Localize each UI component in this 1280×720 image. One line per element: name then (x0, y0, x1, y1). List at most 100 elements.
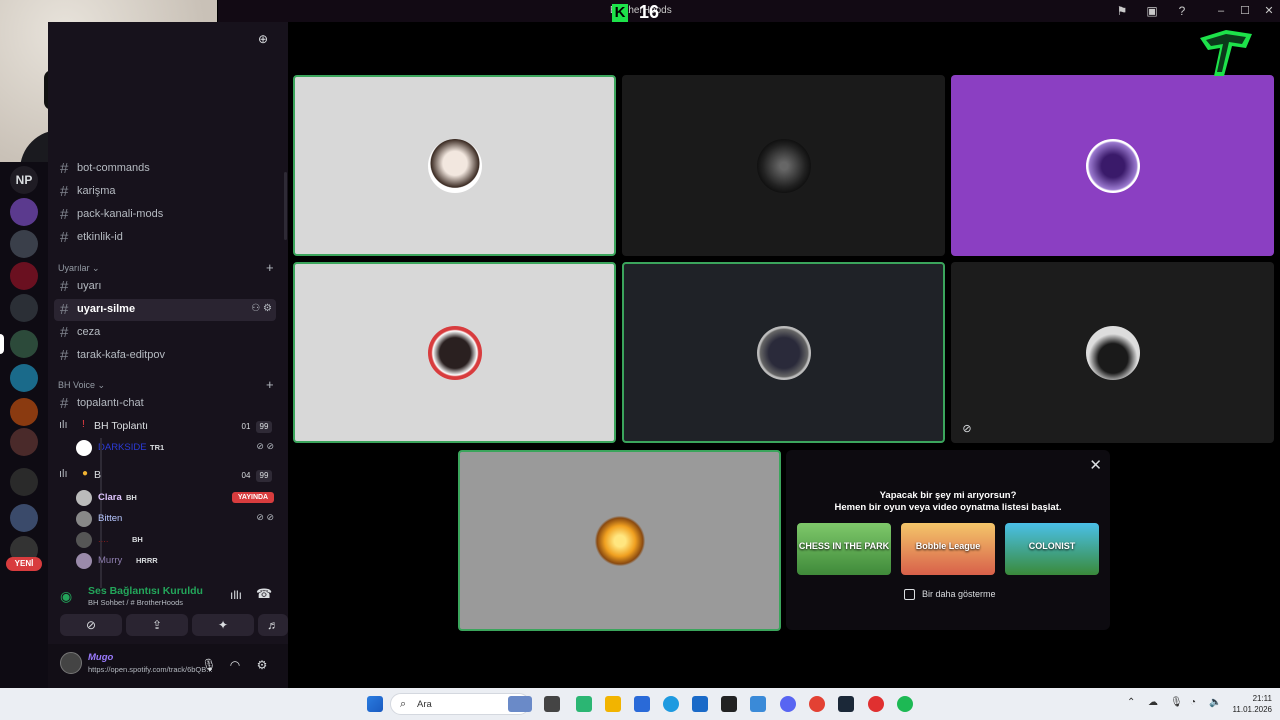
user-panel: Mugo https://open.spotify.com/track/6bQB… (48, 644, 288, 688)
app-icon-1[interactable] (576, 696, 592, 712)
chevron-down-icon: ⌄ (92, 263, 100, 273)
start-icon[interactable] (367, 696, 383, 712)
new-badge[interactable]: YENİ (6, 557, 42, 571)
video-tile-4[interactable] (293, 262, 616, 443)
avatar (76, 440, 92, 456)
channel-pack-kanali-mods[interactable]: # pack-kanali-mods (54, 204, 276, 226)
wifi-icon[interactable]: ◔ (1190, 697, 1196, 708)
chrome-icon[interactable] (809, 696, 825, 712)
server-icon-10[interactable] (10, 504, 38, 532)
outlook-icon[interactable] (692, 696, 708, 712)
voice-channel-bh-toplanti[interactable]: ılı ! BH Toplantı 01 99 (54, 416, 276, 438)
channel-karisma[interactable]: # karişma (54, 181, 276, 203)
sidebar-scrollbar[interactable] (284, 172, 287, 240)
spotify-icon[interactable] (897, 696, 913, 712)
game-bobble-league[interactable]: Bobble League (901, 523, 995, 575)
screen-share-button[interactable]: ⇪ (126, 614, 188, 636)
activities-button[interactable]: ✦ (192, 614, 254, 636)
server-icon-5[interactable] (10, 330, 38, 358)
participant-avatar (427, 138, 482, 193)
noise-suppression-icon[interactable]: ıllı (230, 588, 242, 602)
capcut-icon[interactable] (721, 696, 737, 712)
channel-ceza[interactable]: # ceza (54, 322, 276, 344)
voice-user[interactable]: DARKSIDE TR1 ⊘ ⊘ (76, 438, 276, 458)
close-window-button[interactable]: ✕ (1260, 3, 1278, 19)
disconnect-icon[interactable]: ☎ (256, 586, 272, 602)
voice-user[interactable]: Bitten ⊘ ⊘ (76, 509, 276, 529)
maximize-button[interactable]: ☐ (1236, 3, 1254, 19)
video-tile-1[interactable] (293, 75, 616, 256)
soundboard-button[interactable]: ♬ (258, 614, 288, 636)
create-channel-icon[interactable]: + (266, 377, 274, 392)
video-tile-5[interactable] (622, 262, 945, 443)
game-colonist[interactable]: COLONIST (1005, 523, 1099, 575)
microphone-tray-icon[interactable]: 🎙 (1170, 697, 1183, 708)
channel-bot-commands[interactable]: # bot-commands (54, 158, 276, 180)
dont-show-again-label[interactable]: Bir daha gösterme (922, 589, 996, 599)
steam-icon[interactable] (838, 696, 854, 712)
user-name[interactable]: Mugo (88, 652, 113, 663)
app-icon-3[interactable] (868, 696, 884, 712)
create-channel-icon[interactable]: + (266, 260, 274, 275)
gear-icon[interactable]: ⚙ (253, 656, 271, 674)
server-icon-9[interactable] (10, 468, 38, 496)
chevron-up-icon[interactable]: ⌃ (1127, 697, 1135, 708)
voice-user[interactable]: .... BH (76, 530, 276, 550)
avatar (76, 490, 92, 506)
server-icon-7[interactable] (10, 398, 38, 426)
participant-avatar (756, 138, 811, 193)
channel-etkinlik-id[interactable]: # etkinlik-id (54, 227, 276, 249)
server-icon-1[interactable] (10, 198, 38, 226)
channel-actions[interactable]: ⚇ ⚙ (251, 303, 272, 314)
server-icon-8[interactable] (10, 428, 38, 456)
server-icon-2[interactable] (10, 230, 38, 258)
video-tile-3[interactable] (951, 75, 1274, 256)
video-tile-2[interactable] (622, 75, 945, 256)
server-np[interactable]: NP (10, 166, 38, 194)
discord-icon[interactable] (780, 696, 796, 712)
channel-uyari-silme[interactable]: # uyarı-silme ⚇ ⚙ (54, 299, 276, 321)
help-icon[interactable]: ? (1174, 3, 1190, 19)
game-chess-in-the-park[interactable]: CHESS IN THE PARK (797, 523, 891, 575)
close-icon[interactable]: ✕ (1089, 456, 1102, 474)
taskbar-clock[interactable]: 21:11 11.01.2026 (1222, 693, 1272, 715)
category-uyarilar[interactable]: Uyarılar ⌄ (58, 263, 100, 277)
user-tag: BH (132, 535, 143, 544)
video-tile-6[interactable]: ⊘ (951, 262, 1274, 443)
user-avatar[interactable] (60, 652, 82, 674)
voice-status[interactable]: Ses Bağlantısı Kuruldu (88, 585, 203, 597)
edge-icon[interactable] (663, 696, 679, 712)
network-tray-icon[interactable]: ☁ (1148, 697, 1158, 708)
microphone-icon[interactable]: 🎙 (200, 656, 218, 674)
category-bh-voice[interactable]: BH Voice ⌄ (58, 380, 105, 394)
task-view-icon[interactable] (544, 696, 560, 712)
video-tile-7[interactable] (458, 450, 781, 631)
voice-activity-icon: ılı (59, 468, 68, 480)
server-icon-4[interactable] (10, 294, 38, 322)
add-member-icon[interactable]: ⊕ (258, 32, 274, 46)
camera-off-button[interactable]: ⊘ (60, 614, 122, 636)
app-icon-2[interactable] (750, 696, 766, 712)
voice-channel-b[interactable]: ılı ● B 04 99 (54, 465, 276, 487)
channel-topalanti-chat[interactable]: # topalantı-chat (54, 393, 276, 415)
speaker-icon[interactable]: 🔈 (1209, 697, 1221, 708)
widgets-icon[interactable] (508, 696, 532, 712)
inbox-icon[interactable]: ▣ (1144, 3, 1160, 19)
inbox-flag-icon[interactable]: ⚑ (1114, 3, 1130, 19)
voice-user[interactable]: Murry HRRR (76, 551, 276, 571)
headphones-icon[interactable]: ◠ (226, 656, 244, 674)
voice-user[interactable]: Clara BH YAYINDA (76, 488, 276, 508)
participant-avatar (592, 513, 647, 568)
store-icon[interactable] (634, 696, 650, 712)
channel-tarak-kafa-editpov[interactable]: # tarak-kafa-editpov (54, 345, 276, 367)
channel-uyari[interactable]: # uyarı (54, 276, 276, 298)
voice-channel-path[interactable]: BH Sohbet / # BrotherHoods (88, 598, 183, 607)
server-icon-lt[interactable] (10, 364, 38, 392)
dont-show-again-checkbox[interactable] (904, 589, 915, 600)
invite-icon[interactable]: ⚇ (251, 303, 260, 314)
file-explorer-icon[interactable] (605, 696, 621, 712)
server-icon-3[interactable] (10, 262, 38, 290)
gear-icon[interactable]: ⚙ (263, 303, 272, 314)
minimize-button[interactable]: – (1212, 3, 1230, 19)
stream-logo-k: K (612, 4, 628, 22)
